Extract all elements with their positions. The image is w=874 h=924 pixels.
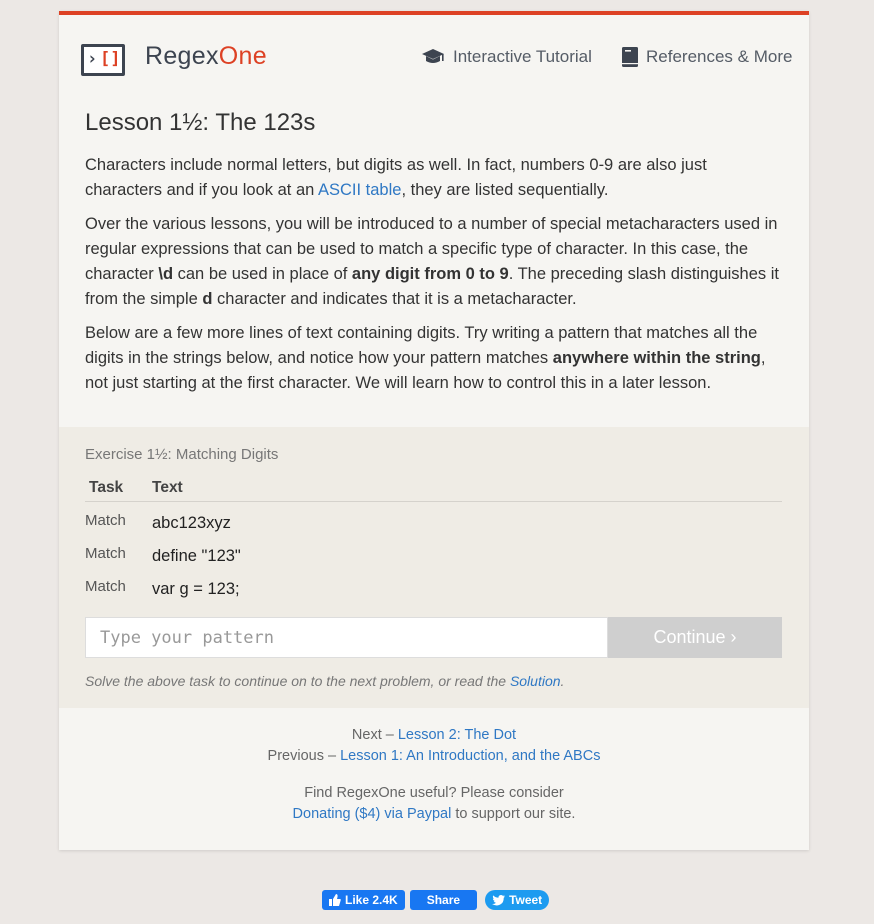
column-text: Text: [152, 479, 183, 496]
table-row: Match var g = 123;: [85, 568, 782, 601]
paragraph-2: Over the various lessons, you will be in…: [85, 212, 785, 311]
facebook-share-button[interactable]: Share: [409, 890, 478, 910]
lesson-title: Lesson 1½: The 123s: [85, 109, 316, 136]
tweet-label: Tweet: [509, 893, 543, 907]
row-text: abc123xyz: [152, 514, 231, 532]
paragraph-3: Below are a few more lines of text conta…: [85, 321, 785, 395]
text: Solve the above task to continue on to t…: [85, 673, 510, 689]
exercise-title: Exercise 1½: Matching Digits: [85, 446, 279, 463]
solution-link[interactable]: Solution: [510, 673, 561, 689]
next-lesson-link[interactable]: Lesson 2: The Dot: [398, 727, 516, 743]
tweet-button[interactable]: Tweet: [485, 890, 550, 910]
pattern-input[interactable]: [86, 618, 607, 657]
row-task: Match: [85, 578, 126, 595]
next-lesson: Next – Lesson 2: The Dot: [59, 725, 809, 746]
ascii-table-link[interactable]: ASCII table: [318, 181, 401, 199]
row-text: define "123": [152, 547, 241, 565]
header: ›[] RegexOne Interactive Tutorial Refere…: [59, 15, 809, 105]
bold-text: any digit from 0 to 9: [351, 264, 509, 283]
social-buttons: Like 2.4K Share Tweet: [322, 890, 550, 910]
text: character and indicates that it is a met…: [212, 289, 577, 308]
facebook-like-button[interactable]: Like 2.4K: [322, 890, 405, 910]
continue-button[interactable]: Continue ›: [608, 617, 782, 658]
brand-accent: One: [218, 42, 267, 70]
text: can be used in place of: [173, 264, 352, 283]
lesson-footer: Next – Lesson 2: The Dot Previous – Less…: [59, 725, 809, 825]
nav-label: Interactive Tutorial: [453, 47, 592, 66]
lesson-content: Lesson 1½: The 123s Characters include n…: [85, 109, 785, 405]
thumbs-up-icon: [329, 894, 341, 906]
row-task: Match: [85, 545, 126, 562]
previous-lesson-link[interactable]: Lesson 1: An Introduction, and the ABCs: [340, 748, 600, 764]
paragraph-1: Characters include normal letters, but d…: [85, 153, 785, 202]
nav-label: References & More: [646, 47, 793, 66]
donate-link[interactable]: Donating ($4) via Paypal: [293, 806, 452, 822]
exercise-table: Task Text Match abc123xyz Match define "…: [85, 477, 782, 601]
twitter-bird-icon: [492, 894, 506, 905]
table-header: Task Text: [85, 477, 782, 502]
row-text: var g = 123;: [152, 580, 240, 598]
bold-text: \d: [158, 264, 174, 283]
text: Next –: [351, 727, 398, 743]
donate-line: Donating ($4) via Paypal to support our …: [59, 804, 809, 825]
text: .: [560, 673, 565, 689]
donate-text: Find RegexOne useful? Please consider: [304, 785, 564, 801]
text: to support our site.: [451, 806, 576, 822]
previous-lesson: Previous – Lesson 1: An Introduction, an…: [59, 746, 809, 767]
bold-text: d: [202, 289, 213, 308]
text: , they are listed sequentially.: [401, 180, 609, 199]
share-label: Share: [426, 893, 461, 907]
graduation-cap-icon: [422, 49, 444, 63]
column-task: Task: [89, 479, 124, 496]
brand-main: Regex: [145, 42, 219, 70]
nav-interactive-tutorial[interactable]: Interactive Tutorial: [421, 47, 592, 67]
nav-references[interactable]: References & More: [622, 47, 792, 67]
exercise-panel: Exercise 1½: Matching Digits Task Text M…: [59, 427, 809, 708]
table-row: Match abc123xyz: [85, 502, 782, 535]
like-label: Like 2.4K: [345, 893, 398, 907]
bold-text: anywhere within the string: [552, 348, 761, 367]
row-task: Match: [85, 512, 126, 529]
exercise-hint: Solve the above task to continue on to t…: [85, 673, 564, 689]
text: Previous –: [267, 748, 341, 764]
pattern-input-wrapper: [85, 617, 608, 658]
brand-name[interactable]: RegexOne: [145, 42, 267, 71]
book-icon: [622, 47, 638, 67]
lesson-card: ›[] RegexOne Interactive Tutorial Refere…: [59, 11, 809, 850]
regexone-logo-icon[interactable]: ›[]: [81, 44, 125, 76]
table-row: Match define "123": [85, 535, 782, 568]
